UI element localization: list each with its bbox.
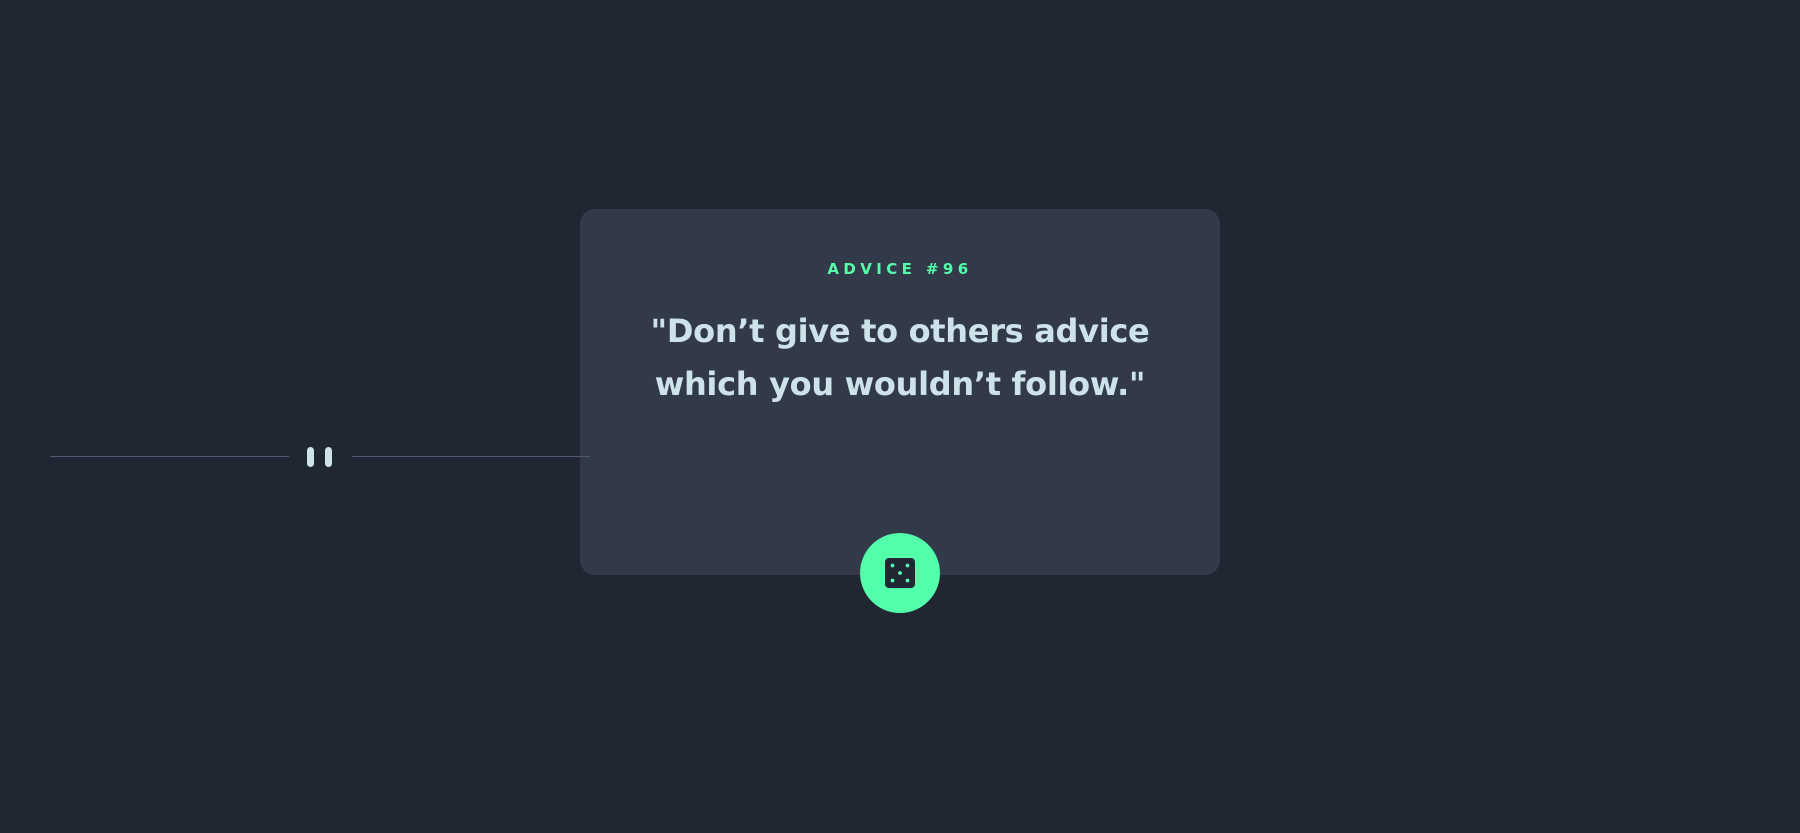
divider	[50, 447, 590, 467]
dice-icon	[885, 558, 915, 588]
advice-card: ADVICE #96 "Don’t give to others advice …	[580, 209, 1220, 575]
pause-bar-right	[325, 447, 332, 467]
pause-bar-left	[307, 447, 314, 467]
divider-line-right	[352, 456, 590, 457]
advice-quote: "Don’t give to others advice which you w…	[650, 312, 1150, 403]
advice-id-label: ADVICE #96	[827, 260, 973, 278]
new-advice-button[interactable]	[860, 533, 940, 613]
divider-line-left	[50, 456, 289, 457]
pause-icon	[307, 447, 333, 467]
